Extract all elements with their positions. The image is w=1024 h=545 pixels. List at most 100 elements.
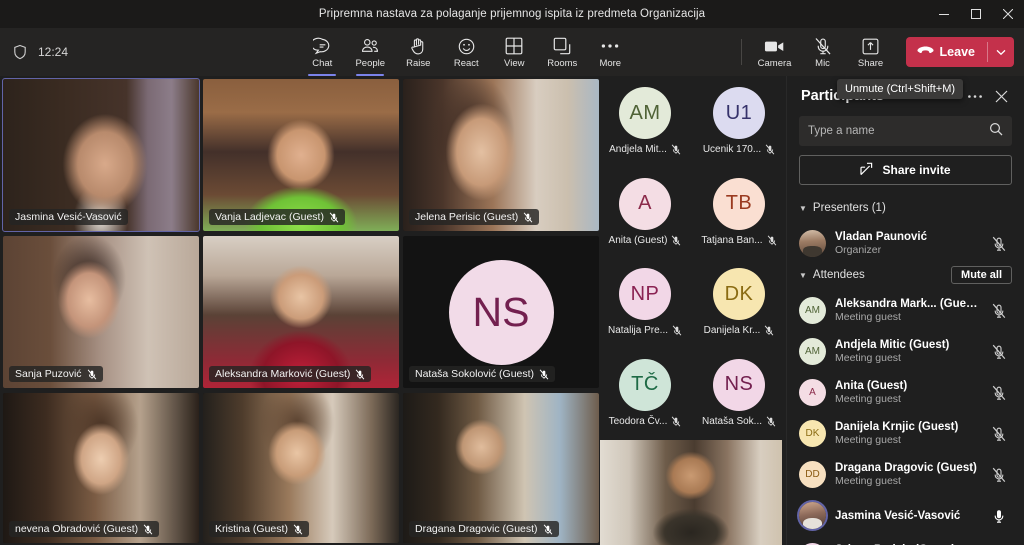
avatar-tile-anita[interactable]: A Anita (Guest) [598,167,692,258]
view-grid-icon [505,36,523,57]
share-invite-button[interactable]: Share invite [799,155,1012,185]
participant-row-andjela[interactable]: AM Andjela Mitic (Guest) Meeting guest [799,331,1012,372]
tile-name-label: nevena Obradović (Guest) [9,521,160,537]
participant-info: Dragana Dragovic (Guest) Meeting guest [835,461,979,488]
minimize-button[interactable] [928,0,960,28]
avatar: DD [799,461,826,488]
participant-role: Organizer [835,244,882,256]
avatar-tile-danijela[interactable]: DK Danijela Kr... [692,257,786,348]
toolbar-button-raise[interactable]: Raise [395,29,441,75]
avatar-tile-label: Andjela Mit... [609,144,681,155]
video-tile-aleksandra[interactable]: Aleksandra Marković (Guest) [203,236,399,388]
participant-name: Danijela Krnjic (Guest) [835,421,959,433]
avatar-tile-natalija[interactable]: NP Natalija Pre... [598,257,692,348]
tile-name-text: Aleksandra Marković (Guest) [215,368,351,380]
toolbar-button-more[interactable]: More [587,29,633,75]
participant-row-aleksandra[interactable]: AM Aleksandra Mark... (Guest) Meeting gu… [799,290,1012,331]
participant-info: Anita (Guest) Meeting guest [835,379,979,406]
toolbar-button-mic[interactable]: Mic [800,29,846,75]
tile-name-text: Nataša Sokolović (Guest) [415,368,535,380]
toolbar-button-camera[interactable]: Camera [752,29,798,75]
video-tile-jasmina[interactable]: Jasmina Vesić-Vasović [2,78,200,232]
avatar-tile-tatjana[interactable]: TB Tatjana Ban... [692,167,786,258]
mic-off-icon[interactable] [988,385,1010,401]
tile-name-label: Dragana Dragovic (Guest) [409,521,559,537]
mute-all-button[interactable]: Mute all [951,266,1012,284]
window-title-bar: Pripremna nastava za polaganje prijemnog… [0,0,1024,28]
participant-row-vladan[interactable]: Vladan Paunović Organizer [799,223,1012,264]
avatar-initials: DK [724,282,754,305]
participant-role: Meeting guest [835,352,901,364]
avatar: AM [799,297,826,324]
participant-name: Anita (Guest) [835,380,908,392]
toolbar-button-chat[interactable]: Chat [299,29,345,76]
mic-off-icon [765,144,775,155]
avatar-initials: AM [805,346,820,357]
participant-row-dragana[interactable]: DD Dragana Dragovic (Guest) Meeting gues… [799,454,1012,495]
avatar-tile-natasa[interactable]: NS Nataša Sok... [692,348,786,439]
video-tile-natasa-avatar[interactable]: NS Nataša Sokolović (Guest) [403,236,599,388]
toolbar-button-share[interactable]: Share [848,29,894,75]
participant-row-danijela[interactable]: DK Danijela Krnjic (Guest) Meeting guest [799,413,1012,454]
video-tile-jelena[interactable]: Jelena Perisic (Guest) [403,79,599,231]
mic-off-icon[interactable] [988,303,1010,319]
mic-off-icon [767,235,776,246]
participant-info: Jasmina Vesić-Vasović [835,509,979,523]
avatar-initials-circle: DK [713,268,765,321]
avatar-initials-circle: A [619,177,671,230]
participant-name: Dragana Dragovic (Guest) [835,462,977,474]
leave-button[interactable]: Leave [905,37,1014,67]
avatar-tile-teodora[interactable]: TČ Teodora Čv... [598,348,692,439]
avatar [799,502,826,529]
avatar-participant-grid: AM Andjela Mit... U1 Ucenik 170... A Ani… [598,76,786,438]
video-tile-vanja[interactable]: Vanja Ladjevac (Guest) [203,79,399,231]
close-button[interactable] [992,0,1024,28]
toolbar-actions: Chat People Raise React View Rooms More [200,29,733,76]
toolbar-label-react: React [453,57,479,69]
maximize-button[interactable] [960,0,992,28]
search-input[interactable] [808,125,989,137]
attendees-section-header[interactable]: ▼ Attendees Mute all [799,264,1012,286]
toolbar-device-controls: Camera Mic Share Leave [733,29,1024,75]
leave-button-main[interactable]: Leave [906,37,987,67]
people-icon [360,36,380,57]
toolbar-button-people[interactable]: People [347,29,393,76]
mic-off-icon [329,211,339,223]
tile-name-text: Jelena Perisic (Guest) [415,211,519,223]
avatar-tile-andjela[interactable]: AM Andjela Mit... [598,76,692,167]
participant-row-jasmina[interactable]: Jasmina Vesić-Vasović [799,495,1012,536]
video-tile-sanja[interactable]: Sanja Puzović [3,236,199,388]
toolbar-label-people: People [355,57,386,69]
more-options-icon[interactable] [962,83,988,109]
tile-name-label: Aleksandra Marković (Guest) [209,366,372,382]
avatar-tile-ucenik[interactable]: U1 Ucenik 170... [692,76,786,167]
toolbar-button-rooms[interactable]: Rooms [539,29,585,75]
close-icon[interactable] [988,83,1014,109]
participant-row-anita[interactable]: A Anita (Guest) Meeting guest [799,372,1012,413]
avatar-initials-circle: TČ [619,358,671,411]
mic-off-icon[interactable] [988,344,1010,360]
toolbar-button-react[interactable]: React [443,29,489,75]
avatar-initials: U1 [725,101,753,124]
presenters-section-header[interactable]: ▼ Presenters (1) [799,197,1012,219]
video-tile-nevena[interactable]: nevena Obradović (Guest) [3,393,199,543]
meeting-toolbar: 12:24 Chat People Raise React View Rooms… [0,28,1024,76]
leave-dropdown-button[interactable] [988,37,1014,67]
react-icon [457,36,476,57]
mic-off-icon [524,211,533,223]
search-participants-box[interactable] [799,116,1012,146]
presenters-label: Presenters (1) [812,202,886,214]
chevron-down-icon: ▼ [799,203,807,213]
toolbar-button-view[interactable]: View [491,29,537,75]
participant-info: Andjela Mitic (Guest) Meeting guest [835,338,979,365]
mic-off-icon[interactable] [988,236,1010,252]
video-tile-presenter[interactable] [600,440,782,545]
meeting-title: Pripremna nastava za polaganje prijemnog… [318,8,706,20]
mic-on-icon[interactable] [988,508,1010,524]
mic-off-icon[interactable] [988,426,1010,442]
video-tile-kristina[interactable]: Kristina (Guest) [203,393,399,543]
participant-row-jelena[interactable]: JP Jelena Perisic (Guest) Meeting guest [799,536,1012,545]
video-tile-dragana[interactable]: Dragana Dragovic (Guest) [403,393,599,543]
tile-name-text: Jasmina Vesić-Vasović [15,211,122,223]
mic-off-icon[interactable] [988,467,1010,483]
